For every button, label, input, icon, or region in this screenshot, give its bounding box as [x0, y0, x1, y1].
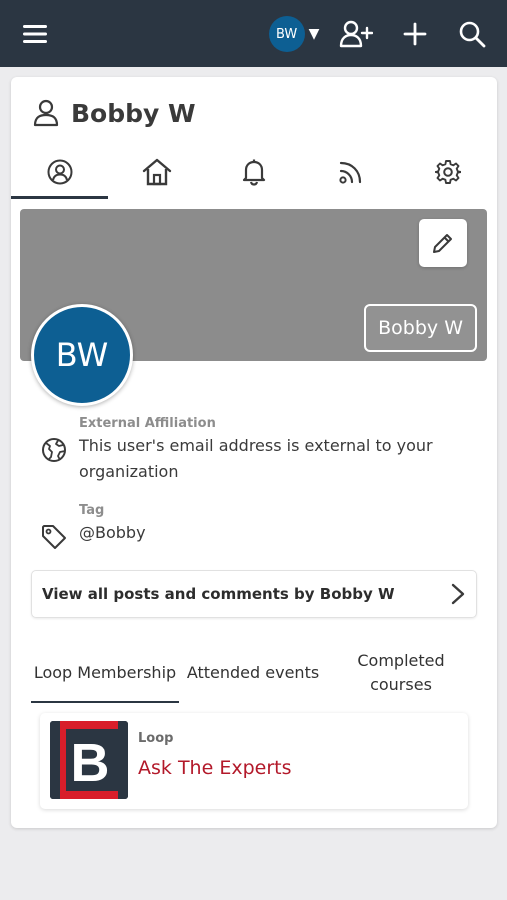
tab-notifications[interactable]: [205, 145, 302, 199]
loop-logo-letter: B: [71, 733, 110, 793]
tab-loop-membership[interactable]: Loop Membership: [31, 645, 179, 703]
globe-icon: [42, 438, 66, 462]
tab-feed[interactable]: [303, 145, 400, 199]
loop-logo-graphic: B: [50, 721, 128, 799]
tag-label: Tag: [79, 503, 105, 518]
gear-icon: [435, 160, 462, 184]
tab-home[interactable]: [108, 145, 205, 199]
person-icon: [33, 99, 59, 127]
loop-title-link[interactable]: Ask The Experts: [138, 757, 291, 779]
avatar: BW: [268, 16, 305, 52]
view-posts-button[interactable]: View all posts and comments by Bobby W: [31, 570, 477, 618]
loop-kicker: Loop: [138, 731, 174, 746]
profile-icon: [47, 159, 73, 185]
edit-profile-button[interactable]: [419, 219, 467, 267]
tag-value: @Bobby: [79, 523, 146, 542]
search-icon: [459, 21, 486, 48]
tab-settings[interactable]: [400, 145, 497, 199]
affiliation-label: External Affiliation: [79, 416, 216, 431]
membership-tabs: Loop Membership Attended events Complete…: [31, 645, 477, 703]
home-icon: [142, 158, 171, 186]
tab-profile[interactable]: [11, 145, 109, 199]
user-menu-button[interactable]: BW ▼: [264, 16, 324, 52]
add-user-button[interactable]: [335, 16, 377, 52]
cover-name-badge: Bobby W: [364, 304, 477, 352]
view-posts-label: View all posts and comments by Bobby W: [42, 585, 395, 603]
hamburger-icon: [23, 25, 47, 43]
top-bar: BW ▼: [0, 0, 507, 67]
rss-icon: [339, 161, 362, 184]
external-affiliation: External Affiliation This user's email a…: [41, 415, 439, 485]
hamburger-menu-button[interactable]: [18, 18, 52, 50]
profile-tabs: [11, 145, 497, 199]
plus-icon: [403, 22, 427, 46]
profile-avatar: BW: [31, 304, 133, 406]
loop-logo: B: [50, 721, 128, 799]
user-tag: Tag @Bobby: [41, 502, 439, 554]
bell-icon: [242, 159, 266, 186]
caret-down-icon: ▼: [308, 26, 320, 42]
add-user-icon: [339, 20, 373, 48]
tag-icon: [42, 525, 66, 549]
profile-card: Bobby W Bobby W BW External Affiliation …: [11, 77, 497, 828]
search-button[interactable]: [454, 16, 490, 52]
loop-card[interactable]: B Loop Ask The Experts: [40, 713, 468, 809]
page-title: Bobby W: [33, 97, 196, 129]
chevron-right-icon: [451, 583, 465, 605]
affiliation-value: This user's email address is external to…: [79, 436, 433, 481]
tab-completed-courses[interactable]: Completed courses: [327, 645, 475, 701]
profile-name: Bobby W: [71, 98, 196, 128]
create-button[interactable]: [398, 16, 432, 52]
tab-attended-events[interactable]: Attended events: [179, 645, 327, 701]
pencil-icon: [433, 234, 452, 253]
